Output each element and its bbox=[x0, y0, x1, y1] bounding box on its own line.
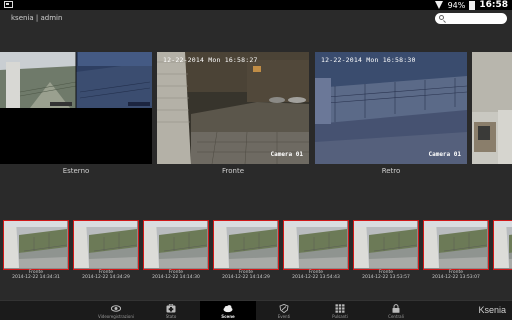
camera-image-esterno bbox=[0, 52, 152, 164]
grid-icon bbox=[335, 304, 345, 313]
nav-item-pulsanti[interactable]: Pulsanti bbox=[312, 301, 368, 320]
search-icon bbox=[439, 15, 444, 20]
recording-thumbnails: Fronte 2014-12-22 14:34:31 Fronte 2014-12-2… bbox=[0, 220, 512, 286]
nav-label-pulsanti: Pulsanti bbox=[332, 314, 348, 319]
thumbnail-image bbox=[423, 220, 489, 270]
thumbnail-caption: Fronte 2014-12-22 14:34:29 bbox=[73, 270, 139, 281]
gallery-icon bbox=[4, 1, 13, 8]
camera-tag-retro: Camera 01 bbox=[428, 151, 461, 158]
nav-label-eventi: Eventi bbox=[277, 314, 291, 319]
camera-label-retro: Retro bbox=[381, 167, 401, 175]
thumbnail-caption: Fronte 2014-12-22 13:53:57 bbox=[353, 270, 419, 281]
thumbnail-caption: Fronte 2014-12-22 13:53:07 bbox=[423, 270, 489, 281]
camera-label-esterno: Esterno bbox=[62, 167, 90, 175]
camera-tag-fronte: Camera 01 bbox=[270, 151, 303, 158]
nav-item-stato[interactable]: Stato bbox=[143, 301, 199, 320]
thumbnail-image bbox=[213, 220, 279, 270]
shield-icon bbox=[279, 304, 289, 313]
nav-item-eventi[interactable]: Eventi bbox=[256, 301, 312, 320]
status-right: 94% 16:58 bbox=[434, 0, 508, 10]
thumbnail-date: 2014-12-22 bbox=[493, 275, 512, 280]
thumbnail-date: 2014-12-22 13:53:07 bbox=[432, 275, 480, 281]
thumbnail-image bbox=[283, 220, 349, 270]
nav-label-scene: Scene bbox=[221, 314, 235, 319]
thumbnail-image bbox=[73, 220, 139, 270]
thumbnail-caption: Fronte 2014-12-22 14:34:31 bbox=[3, 270, 69, 281]
camera-timestamp-retro: 12-22-2014 Mon 16:58:30 bbox=[321, 56, 416, 64]
wifi-icon bbox=[434, 1, 444, 9]
first-aid-icon bbox=[166, 304, 176, 313]
brand-logo: Ksenia bbox=[478, 305, 506, 315]
camera-image-4 bbox=[472, 52, 512, 164]
camera-view-esterno[interactable] bbox=[0, 52, 152, 164]
thumbnail-date: 2014-12-22 13:53:57 bbox=[362, 275, 410, 281]
page-title: ksenia | admin bbox=[11, 14, 63, 22]
lock-icon bbox=[392, 304, 400, 313]
thumbnail-image bbox=[493, 220, 512, 270]
battery-icon bbox=[469, 0, 476, 10]
eye-icon bbox=[111, 305, 121, 312]
status-clock: 16:58 bbox=[479, 0, 508, 10]
thumbnail-date: 2014-12-22 14:34:31 bbox=[12, 275, 60, 281]
nav-label-centrali: Centrali bbox=[388, 314, 404, 319]
thumbnail-date: 2014-12-22 14:14:30 bbox=[152, 275, 200, 281]
camera-timestamp-fronte: 12-22-2014 Mon 16:58:27 bbox=[163, 56, 258, 64]
app-header: ksenia | admin bbox=[0, 10, 512, 27]
camera-row: Esterno 12-22-2014 Mon 16:58:27 Camera 0… bbox=[0, 52, 512, 176]
app-root: 94% 16:58 ksenia | admin Esterno 12-22-2… bbox=[0, 0, 512, 320]
thumbnail-caption: Fronte2014-12-22 bbox=[493, 270, 512, 281]
camera-view-retro[interactable]: 12-22-2014 Mon 16:58:30 Camera 01 bbox=[315, 52, 467, 164]
thumbnail-date: 2014-12-22 14:14:29 bbox=[222, 275, 270, 281]
camera-view-4[interactable] bbox=[472, 52, 512, 164]
thumbnail-caption: Fronte 2014-12-22 14:14:29 bbox=[213, 270, 279, 281]
battery-percent: 94% bbox=[447, 0, 466, 10]
nav-label-videoregistrazioni: Videoregistrazioni bbox=[98, 314, 134, 319]
nav-label-stato: Stato bbox=[165, 314, 177, 319]
nav-item-centrali[interactable]: Centrali bbox=[368, 301, 424, 320]
thumbnail-caption: Fronte 2014-12-22 14:14:30 bbox=[143, 270, 209, 281]
camera-label-fronte: Fronte bbox=[221, 167, 244, 175]
thumbnail-date: 2014-12-22 14:34:29 bbox=[82, 275, 130, 281]
thumbnail-image bbox=[353, 220, 419, 270]
nav-item-scene[interactable]: Scene bbox=[200, 301, 256, 320]
bottom-nav: Videoregistrazioni Stato Scene Eventi Pu… bbox=[0, 300, 512, 320]
thumbnail-date: 2014-12-22 13:54:43 bbox=[292, 275, 340, 281]
search-input[interactable] bbox=[435, 13, 507, 24]
thumbnail-caption: Fronte 2014-12-22 13:54:43 bbox=[283, 270, 349, 281]
cloud-icon bbox=[223, 305, 233, 313]
status-bar: 94% 16:58 bbox=[0, 0, 512, 10]
camera-image-fronte bbox=[157, 52, 309, 164]
thumbnail-image bbox=[143, 220, 209, 270]
thumbnail-image bbox=[3, 220, 69, 270]
camera-view-fronte[interactable]: 12-22-2014 Mon 16:58:27 Camera 01 bbox=[157, 52, 309, 164]
camera-image-retro bbox=[315, 52, 467, 164]
nav-item-videoregistrazioni[interactable]: Videoregistrazioni bbox=[88, 301, 144, 320]
